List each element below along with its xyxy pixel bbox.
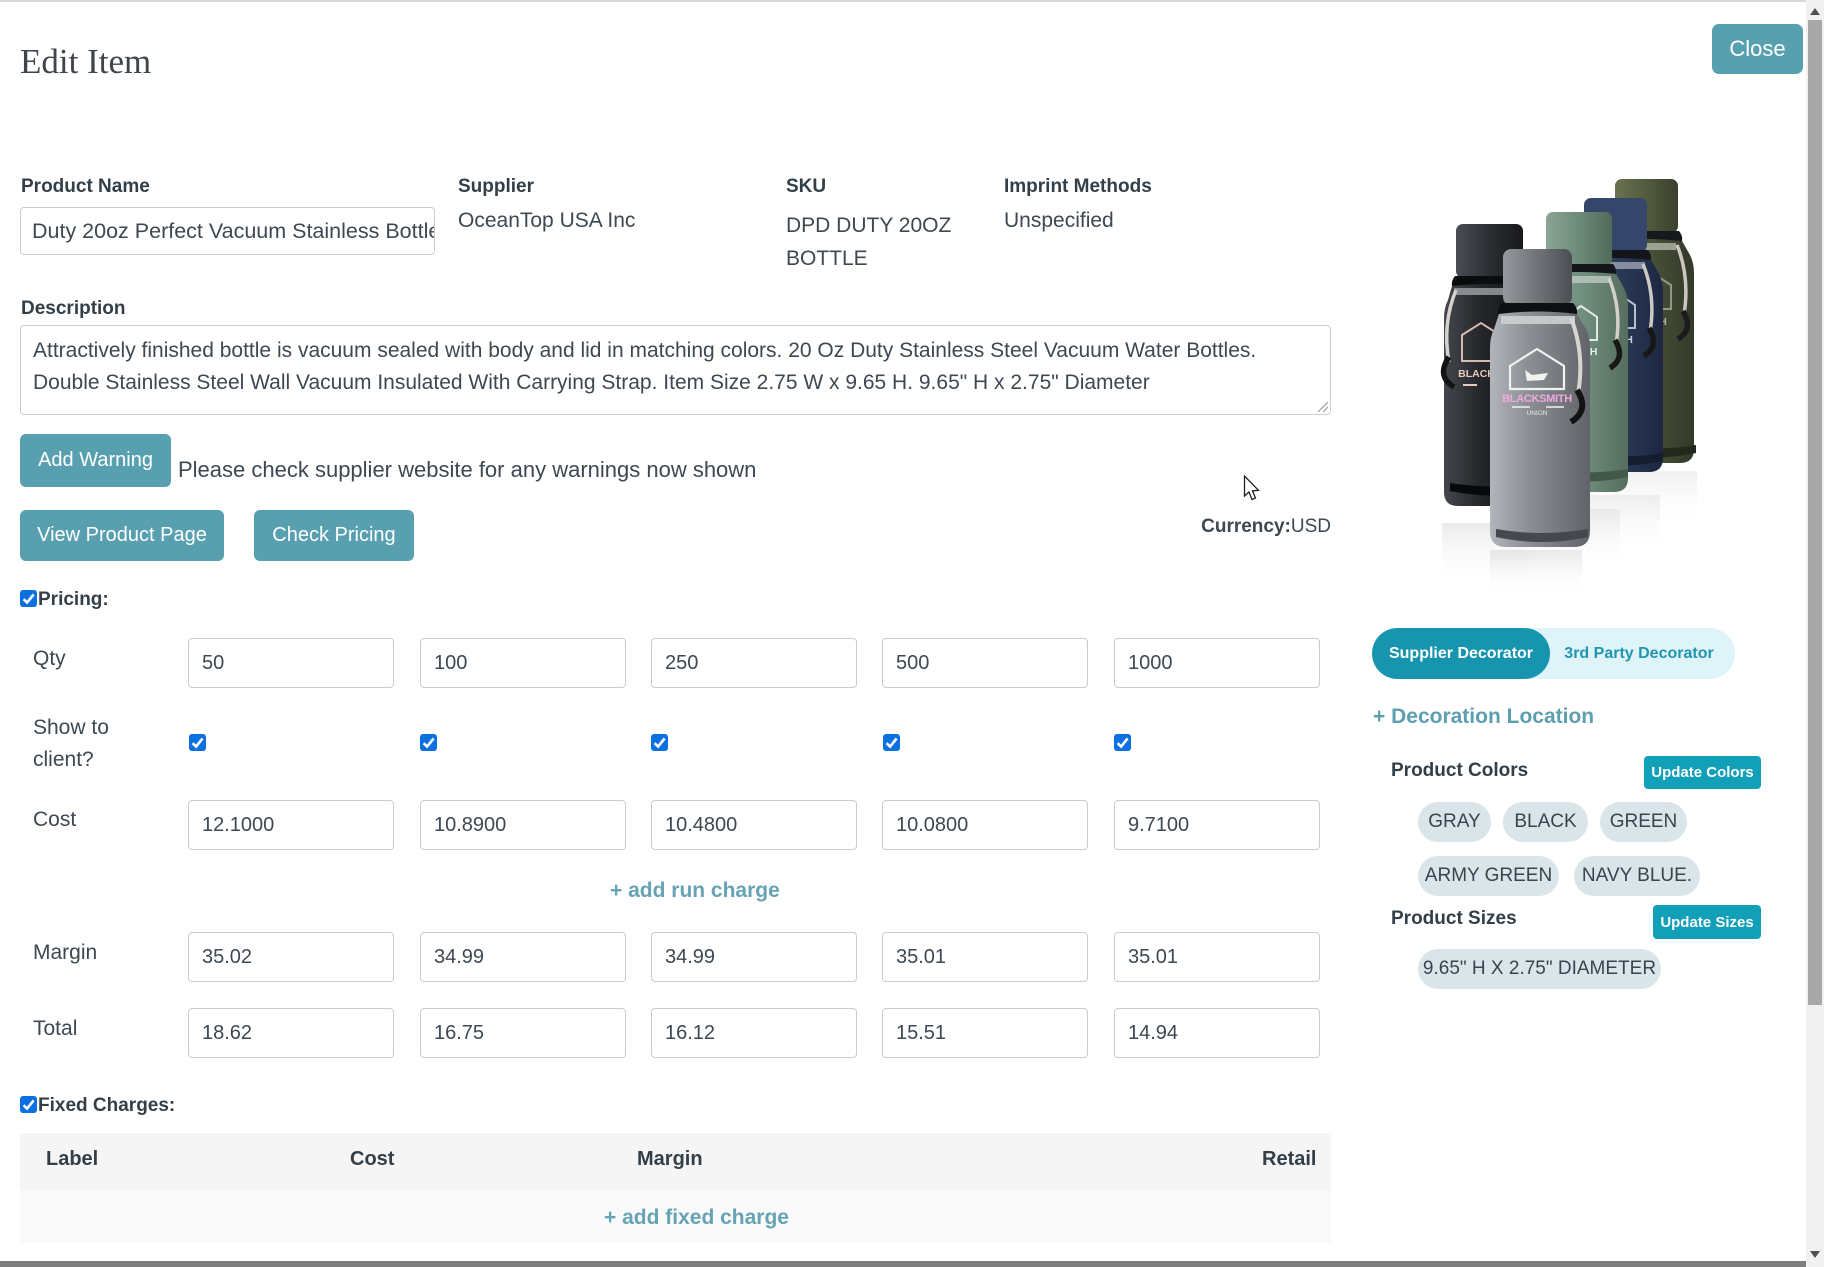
svg-text:UNION: UNION xyxy=(1527,410,1548,417)
svg-text:BLACKSMITH: BLACKSMITH xyxy=(1502,393,1572,405)
